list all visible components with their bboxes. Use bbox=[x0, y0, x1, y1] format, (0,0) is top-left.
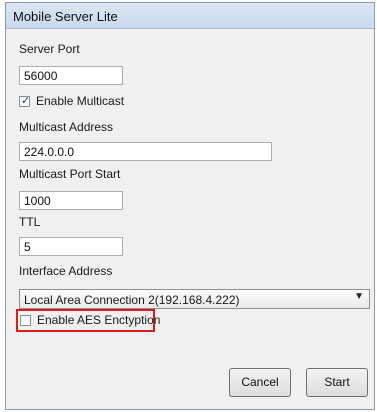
multicast-address-label: Multicast Address bbox=[19, 120, 114, 134]
start-button[interactable]: Start bbox=[306, 368, 368, 397]
enable-multicast-label[interactable]: Enable Multicast bbox=[36, 94, 124, 108]
interface-address-select[interactable]: Local Area Connection 2(192.168.4.222) ▼ bbox=[19, 289, 370, 309]
ttl-input[interactable]: 5 bbox=[19, 237, 123, 256]
server-port-label: Server Port bbox=[19, 42, 80, 56]
app-window: Mobile Server Lite Server Port 56000 ✓ E… bbox=[5, 2, 375, 410]
chevron-down-icon[interactable]: ▼ bbox=[354, 291, 364, 302]
server-port-input[interactable]: 56000 bbox=[19, 66, 123, 85]
cancel-button[interactable]: Cancel bbox=[229, 368, 291, 397]
checkmark-icon: ✓ bbox=[21, 95, 31, 107]
interface-address-selected-value: Local Area Connection 2(192.168.4.222) bbox=[24, 293, 240, 307]
multicast-port-start-label: Multicast Port Start bbox=[19, 167, 121, 181]
enable-aes-label[interactable]: Enable AES Enctyption bbox=[37, 313, 160, 327]
title-bar[interactable]: Mobile Server Lite bbox=[6, 3, 374, 29]
multicast-address-input[interactable]: 224.0.0.0 bbox=[19, 142, 272, 161]
enable-multicast-checkbox-box[interactable]: ✓ bbox=[19, 95, 31, 107]
interface-address-label: Interface Address bbox=[19, 264, 113, 278]
multicast-port-start-input[interactable]: 1000 bbox=[19, 191, 123, 210]
window-title: Mobile Server Lite bbox=[13, 9, 118, 24]
ttl-label: TTL bbox=[19, 215, 41, 229]
enable-aes-checkbox-box[interactable] bbox=[20, 315, 31, 326]
